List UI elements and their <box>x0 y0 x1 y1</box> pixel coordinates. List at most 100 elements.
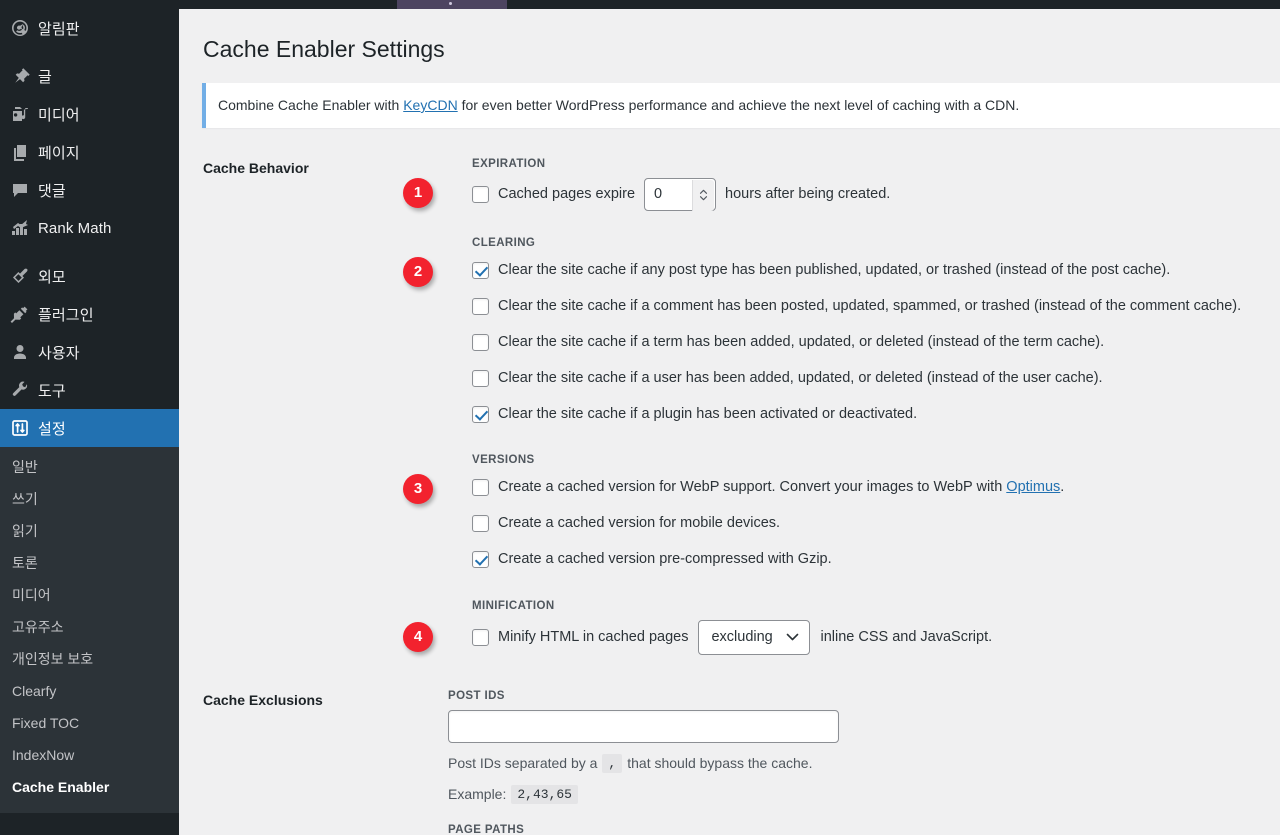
submenu-item-indexnow[interactable]: IndexNow <box>0 739 179 771</box>
sidebar-item-settings[interactable]: 설정 <box>0 409 179 447</box>
gzip-checkbox[interactable] <box>472 551 489 568</box>
post-ids-help: Post IDs separated by a , that should by… <box>448 754 1280 773</box>
sidebar-item-label: Rank Math <box>38 220 111 237</box>
expiration-hours-value: 0 <box>645 186 662 202</box>
sidebar-item-dashboard[interactable]: 알림판 <box>0 9 179 47</box>
sidebar-item-tools[interactable]: 도구 <box>0 371 179 409</box>
sidebar-item-label: 외모 <box>38 266 66 287</box>
sidebar-divider <box>0 247 179 257</box>
mobile-checkbox[interactable] <box>472 515 489 532</box>
keycdn-link[interactable]: KeyCDN <box>403 97 457 113</box>
post-ids-example: Example: 2,43,65 <box>448 785 1280 804</box>
expiration-stepper[interactable] <box>692 180 714 211</box>
callout-badge-2: 2 <box>403 257 433 287</box>
example-label: Example: <box>448 786 506 802</box>
submenu-item-clearfy[interactable]: Clearfy <box>0 675 179 707</box>
clearing-term-checkbox[interactable] <box>472 334 489 351</box>
clearing-user-label: Clear the site cache if a user has been … <box>498 370 1103 386</box>
main-content: Cache Enabler Settings Combine Cache Ena… <box>179 9 1280 835</box>
minify-scope-select[interactable]: excluding <box>698 620 810 655</box>
page-paths-legend: PAGE PATHS <box>448 824 1280 835</box>
browser-tab-indicator[interactable] <box>397 0 507 9</box>
post-ids-input[interactable] <box>448 710 839 743</box>
clearing-legend: CLEARING <box>472 237 1280 249</box>
minify-scope-value: excluding <box>711 629 772 645</box>
clearing-user-checkbox[interactable] <box>472 370 489 387</box>
sidebar-item-posts[interactable]: 글 <box>0 57 179 95</box>
clearing-comment-label: Clear the site cache if a comment has be… <box>498 298 1241 314</box>
webp-text-after: . <box>1060 479 1064 495</box>
cache-exclusions-label: Cache Exclusions <box>203 690 448 708</box>
submenu-item-general[interactable]: 일반 <box>0 451 179 483</box>
minify-text-before: Minify HTML in cached pages <box>498 629 688 645</box>
submenu-item-fixed-toc[interactable]: Fixed TOC <box>0 707 179 739</box>
sidebar-item-label: 도구 <box>38 380 66 401</box>
submenu-item-writing[interactable]: 쓰기 <box>0 483 179 515</box>
minify-text-after: inline CSS and JavaScript. <box>820 629 992 645</box>
keycdn-notice: Combine Cache Enabler with KeyCDN for ev… <box>202 83 1280 128</box>
sidebar-divider <box>0 47 179 57</box>
cache-exclusions-row: Cache Exclusions POST IDS Post IDs separ… <box>203 690 1280 835</box>
versions-gzip-row: Create a cached version pre-compressed w… <box>472 546 1280 573</box>
expiration-hours-input[interactable]: 0 <box>644 178 716 211</box>
sidebar-item-pages[interactable]: 페이지 <box>0 133 179 171</box>
webp-checkbox[interactable] <box>472 479 489 496</box>
cache-behavior-row: Cache Behavior EXPIRATION 1 Cached pages… <box>203 158 1280 655</box>
chevron-down-icon <box>786 633 799 641</box>
clearing-post-checkbox[interactable] <box>472 262 489 279</box>
clearing-option-row: Clear the site cache if any post type ha… <box>472 257 1280 284</box>
gzip-label: Create a cached version pre-compressed w… <box>498 551 832 567</box>
expiration-fieldset: EXPIRATION 1 Cached pages expire 0 <box>448 158 1280 211</box>
pin-icon <box>10 66 38 86</box>
clearing-option-row: Clear the site cache if a user has been … <box>472 365 1280 392</box>
post-ids-legend: POST IDS <box>448 690 1280 702</box>
clearing-plugin-checkbox[interactable] <box>472 406 489 423</box>
optimus-link[interactable]: Optimus <box>1006 479 1060 495</box>
sidebar-item-plugins[interactable]: 플러그인 <box>0 295 179 333</box>
plugin-icon <box>10 304 38 324</box>
settings-submenu: 일반 쓰기 읽기 토론 미디어 고유주소 개인정보 보호 Clearfy Fix… <box>0 447 179 813</box>
submenu-item-reading[interactable]: 읽기 <box>0 515 179 547</box>
tools-icon <box>10 380 38 400</box>
tab-dot-icon <box>449 2 452 5</box>
users-icon <box>10 342 38 362</box>
comments-icon <box>10 180 38 200</box>
sidebar-item-appearance[interactable]: 외모 <box>0 257 179 295</box>
minification-fieldset: MINIFICATION 4 Minify HTML in cached pag… <box>448 600 1280 655</box>
sidebar-item-label: 알림판 <box>38 18 80 39</box>
rankmath-icon <box>10 218 38 238</box>
clearing-post-label: Clear the site cache if any post type ha… <box>498 262 1170 278</box>
submenu-item-media[interactable]: 미디어 <box>0 579 179 611</box>
expiration-legend: EXPIRATION <box>472 158 1280 170</box>
expiration-option-row: Cached pages expire 0 hours after being … <box>472 178 1280 211</box>
sidebar-item-media[interactable]: 미디어 <box>0 95 179 133</box>
clearing-option-row: Clear the site cache if a plugin has bee… <box>472 401 1280 428</box>
notice-text-before: Combine Cache Enabler with <box>218 97 403 113</box>
callout-badge-4: 4 <box>403 622 433 652</box>
admin-bar <box>0 0 1280 9</box>
wordpress-admin-screen: 알림판 글 미디어 페이지 댓글 <box>0 0 1280 835</box>
media-icon <box>10 104 38 124</box>
pages-icon <box>10 142 38 162</box>
versions-webp-row: Create a cached version for WebP support… <box>472 474 1280 501</box>
minification-option-row: Minify HTML in cached pages excluding in… <box>472 620 1280 655</box>
sidebar-item-rank-math[interactable]: Rank Math <box>0 209 179 247</box>
submenu-item-discussion[interactable]: 토론 <box>0 547 179 579</box>
clearing-comment-checkbox[interactable] <box>472 298 489 315</box>
post-ids-separator-code: , <box>602 754 622 773</box>
minify-checkbox[interactable] <box>472 629 489 646</box>
settings-icon <box>10 418 38 438</box>
expiration-text-after: hours after being created. <box>725 186 890 202</box>
submenu-item-permalinks[interactable]: 고유주소 <box>0 611 179 643</box>
expiration-checkbox[interactable] <box>472 186 489 203</box>
clearing-option-row: Clear the site cache if a term has been … <box>472 329 1280 356</box>
versions-legend: VERSIONS <box>472 454 1280 466</box>
sidebar-item-label: 설정 <box>38 418 66 439</box>
clearing-plugin-label: Clear the site cache if a plugin has bee… <box>498 406 917 422</box>
example-code: 2,43,65 <box>511 785 578 804</box>
submenu-item-cache-enabler[interactable]: Cache Enabler <box>0 771 179 803</box>
submenu-item-privacy[interactable]: 개인정보 보호 <box>0 643 179 675</box>
sidebar-item-comments[interactable]: 댓글 <box>0 171 179 209</box>
post-ids-help-before: Post IDs separated by a <box>448 755 597 771</box>
sidebar-item-users[interactable]: 사용자 <box>0 333 179 371</box>
